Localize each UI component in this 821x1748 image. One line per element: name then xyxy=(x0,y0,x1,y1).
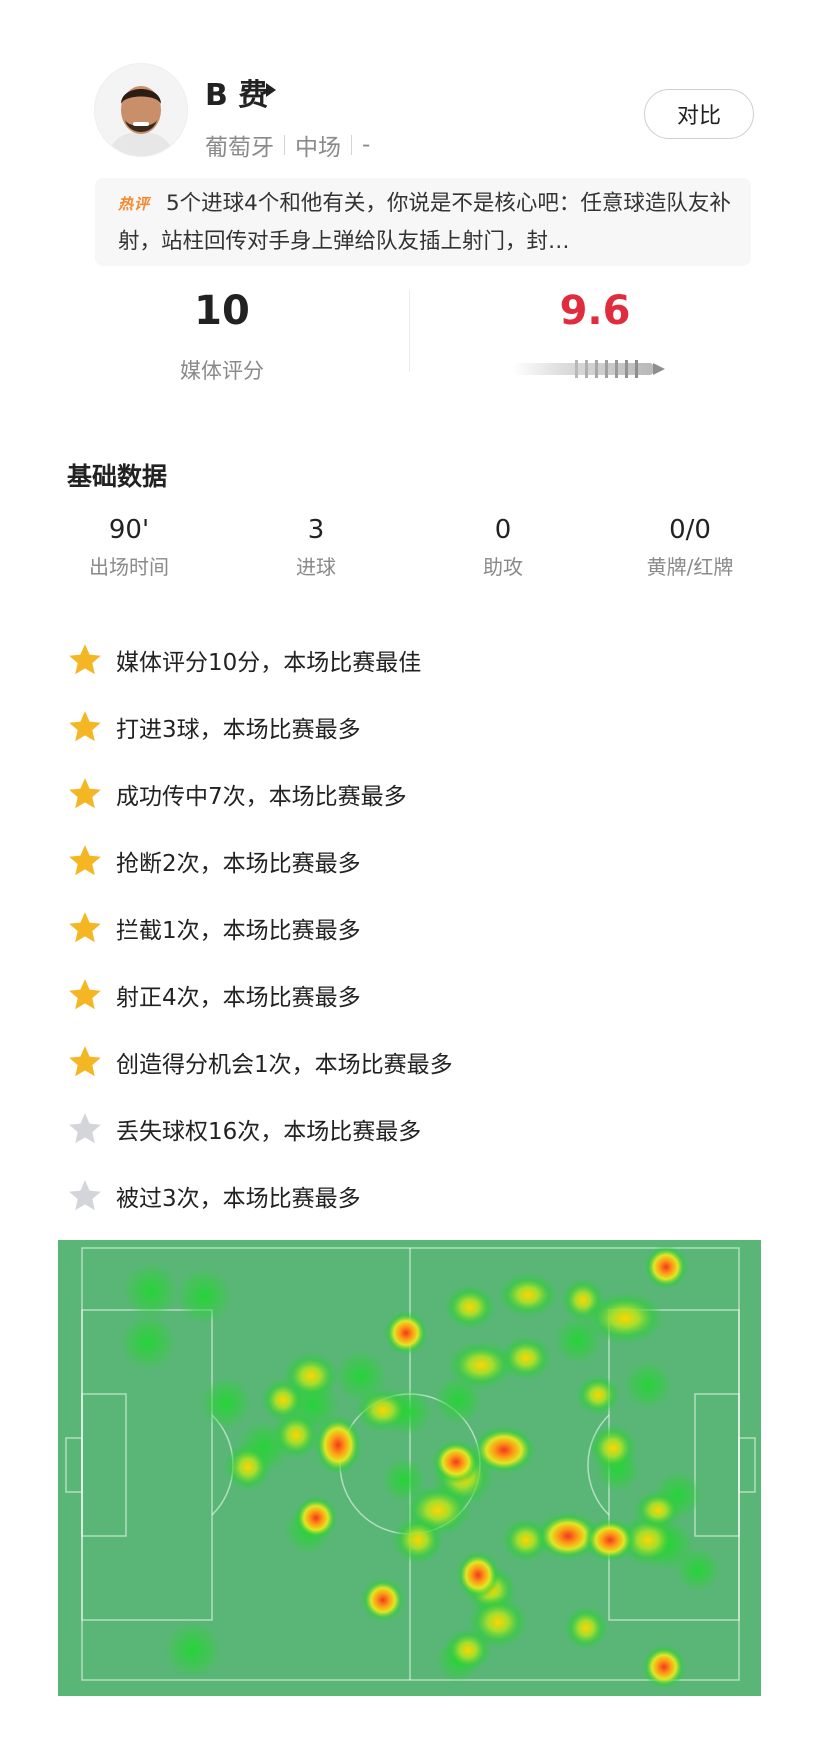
score-trend-graphic xyxy=(513,360,665,378)
play-arrow-icon[interactable] xyxy=(266,83,276,97)
highlight-text: 丢失球权16次，本场比赛最多 xyxy=(116,1119,422,1145)
stat-value: 3 xyxy=(307,515,325,545)
player-country: 葡萄牙 xyxy=(205,135,274,161)
gold-star-icon xyxy=(69,979,101,1010)
stat-label: 出场时间 xyxy=(89,555,169,579)
player-position: 中场 xyxy=(295,135,341,161)
player-meta: 葡萄牙 中场 - xyxy=(205,128,370,162)
highlight-text: 媒体评分10分，本场比赛最佳 xyxy=(116,650,422,676)
gold-star-icon xyxy=(69,1046,101,1077)
heatmap-graphic xyxy=(58,1240,761,1696)
highlight-item: 抢断2次，本场比赛最多 xyxy=(66,841,361,881)
player-number: - xyxy=(362,132,371,158)
meta-divider xyxy=(351,135,352,155)
stat-cards: 0/0 黄牌/红牌 xyxy=(610,515,770,580)
gold-star-icon xyxy=(69,711,101,742)
gold-star-icon xyxy=(69,845,101,876)
score-trend-bar[interactable] xyxy=(513,357,673,381)
highlight-item: 创造得分机会1次，本场比赛最多 xyxy=(66,1042,453,1082)
stat-label: 黄牌/红牌 xyxy=(646,555,734,579)
highlight-item: 被过3次，本场比赛最多 xyxy=(66,1176,361,1216)
highlight-item: 打进3球，本场比赛最多 xyxy=(66,707,361,747)
stat-value: 90' xyxy=(108,515,150,545)
compare-button[interactable]: 对比 xyxy=(644,89,754,139)
highlight-text: 抢断2次，本场比赛最多 xyxy=(116,851,361,877)
highlight-text: 被过3次，本场比赛最多 xyxy=(116,1186,361,1212)
hot-comment-text[interactable]: 5个进球4个和他有关，你说是不是核心吧：任意球造队友补射，站柱回传对手身上弹给队… xyxy=(118,185,738,261)
stat-value: 0 xyxy=(494,515,512,545)
highlight-text: 成功传中7次，本场比赛最多 xyxy=(116,784,407,810)
highlight-item: 丢失球权16次，本场比赛最多 xyxy=(66,1109,421,1149)
basic-data-title: 基础数据 xyxy=(67,462,168,491)
rating-divider xyxy=(409,290,410,372)
gold-star-icon xyxy=(69,912,101,943)
stat-goals: 3 进球 xyxy=(236,515,396,580)
gold-star-icon xyxy=(69,644,101,675)
player-photo xyxy=(95,64,187,156)
player-avatar[interactable] xyxy=(94,63,188,157)
player-score-value: 9.6 xyxy=(559,288,631,334)
highlight-item: 射正4次，本场比赛最多 xyxy=(66,975,361,1015)
stat-minutes: 90' 出场时间 xyxy=(49,515,209,580)
meta-divider xyxy=(284,135,285,155)
highlight-text: 拦截1次，本场比赛最多 xyxy=(116,918,361,944)
highlight-item: 成功传中7次，本场比赛最多 xyxy=(66,774,407,814)
stat-value: 0/0 xyxy=(669,515,711,545)
player-name[interactable]: B 费 xyxy=(205,70,268,114)
gold-star-icon xyxy=(69,778,101,809)
highlight-text: 射正4次，本场比赛最多 xyxy=(116,985,361,1011)
heatmap-pitch xyxy=(58,1240,761,1696)
media-rating-label: 媒体评分 xyxy=(180,359,264,383)
media-rating-value: 10 xyxy=(194,288,250,334)
highlight-item: 媒体评分10分，本场比赛最佳 xyxy=(66,640,421,680)
stat-label: 进球 xyxy=(296,555,336,579)
stat-label: 助攻 xyxy=(483,555,523,579)
highlight-text: 打进3球，本场比赛最多 xyxy=(116,717,361,743)
highlight-text: 创造得分机会1次，本场比赛最多 xyxy=(116,1052,453,1078)
silver-star-icon xyxy=(69,1113,101,1144)
stat-assists: 0 助攻 xyxy=(423,515,583,580)
silver-star-icon xyxy=(69,1180,101,1211)
highlight-item: 拦截1次，本场比赛最多 xyxy=(66,908,361,948)
